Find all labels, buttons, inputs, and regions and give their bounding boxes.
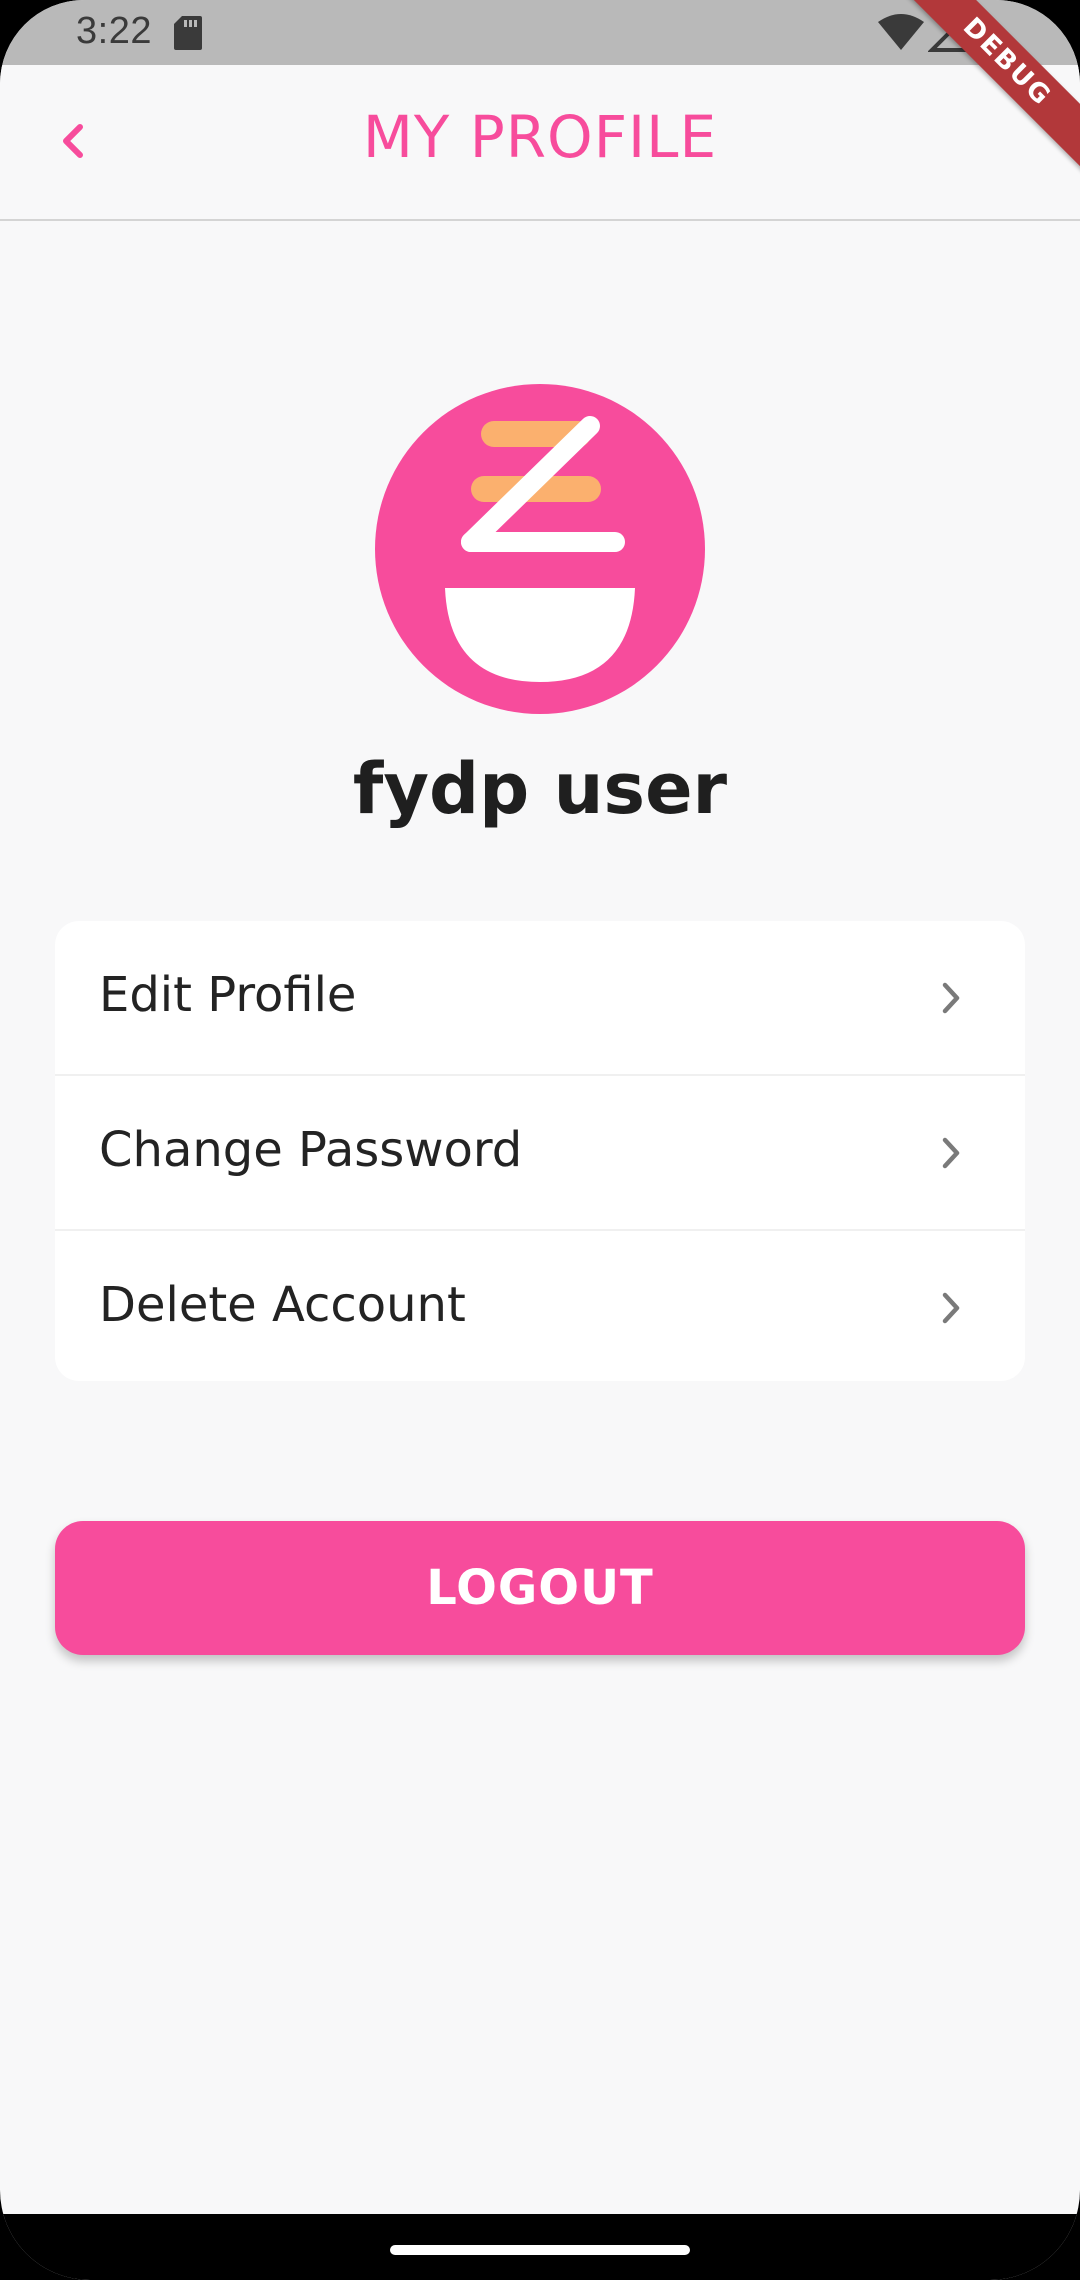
chevron-right-icon bbox=[942, 982, 960, 1014]
logout-button[interactable]: LOGOUT bbox=[55, 1521, 1025, 1655]
status-bar: 3:22 bbox=[0, 0, 1080, 65]
app-bar: MY PROFILE bbox=[0, 65, 1080, 221]
wifi-icon bbox=[878, 14, 924, 50]
menu-item-label: Edit Profile bbox=[99, 967, 357, 1023]
chevron-right-icon bbox=[942, 1137, 960, 1169]
change-password-item[interactable]: Change Password bbox=[55, 1076, 1025, 1231]
status-time: 3:22 bbox=[76, 10, 152, 52]
user-name: fydp user bbox=[352, 748, 728, 830]
profile-menu: Edit Profile Change Password Delete Acco… bbox=[55, 921, 1025, 1381]
system-nav-bar bbox=[0, 2214, 1080, 2280]
sd-card-icon bbox=[174, 16, 202, 50]
phone-screen: 3:22 DEBUG MY PROFILE fydp user Edit Pro… bbox=[0, 0, 1080, 2280]
home-indicator[interactable] bbox=[390, 2245, 690, 2255]
menu-item-label: Delete Account bbox=[99, 1277, 466, 1333]
menu-item-label: Change Password bbox=[99, 1122, 523, 1178]
avatar-logo-icon bbox=[375, 384, 705, 714]
delete-account-item[interactable]: Delete Account bbox=[55, 1231, 1025, 1381]
chevron-right-icon bbox=[942, 1292, 960, 1324]
edit-profile-item[interactable]: Edit Profile bbox=[55, 921, 1025, 1076]
page-title: MY PROFILE bbox=[362, 103, 718, 171]
